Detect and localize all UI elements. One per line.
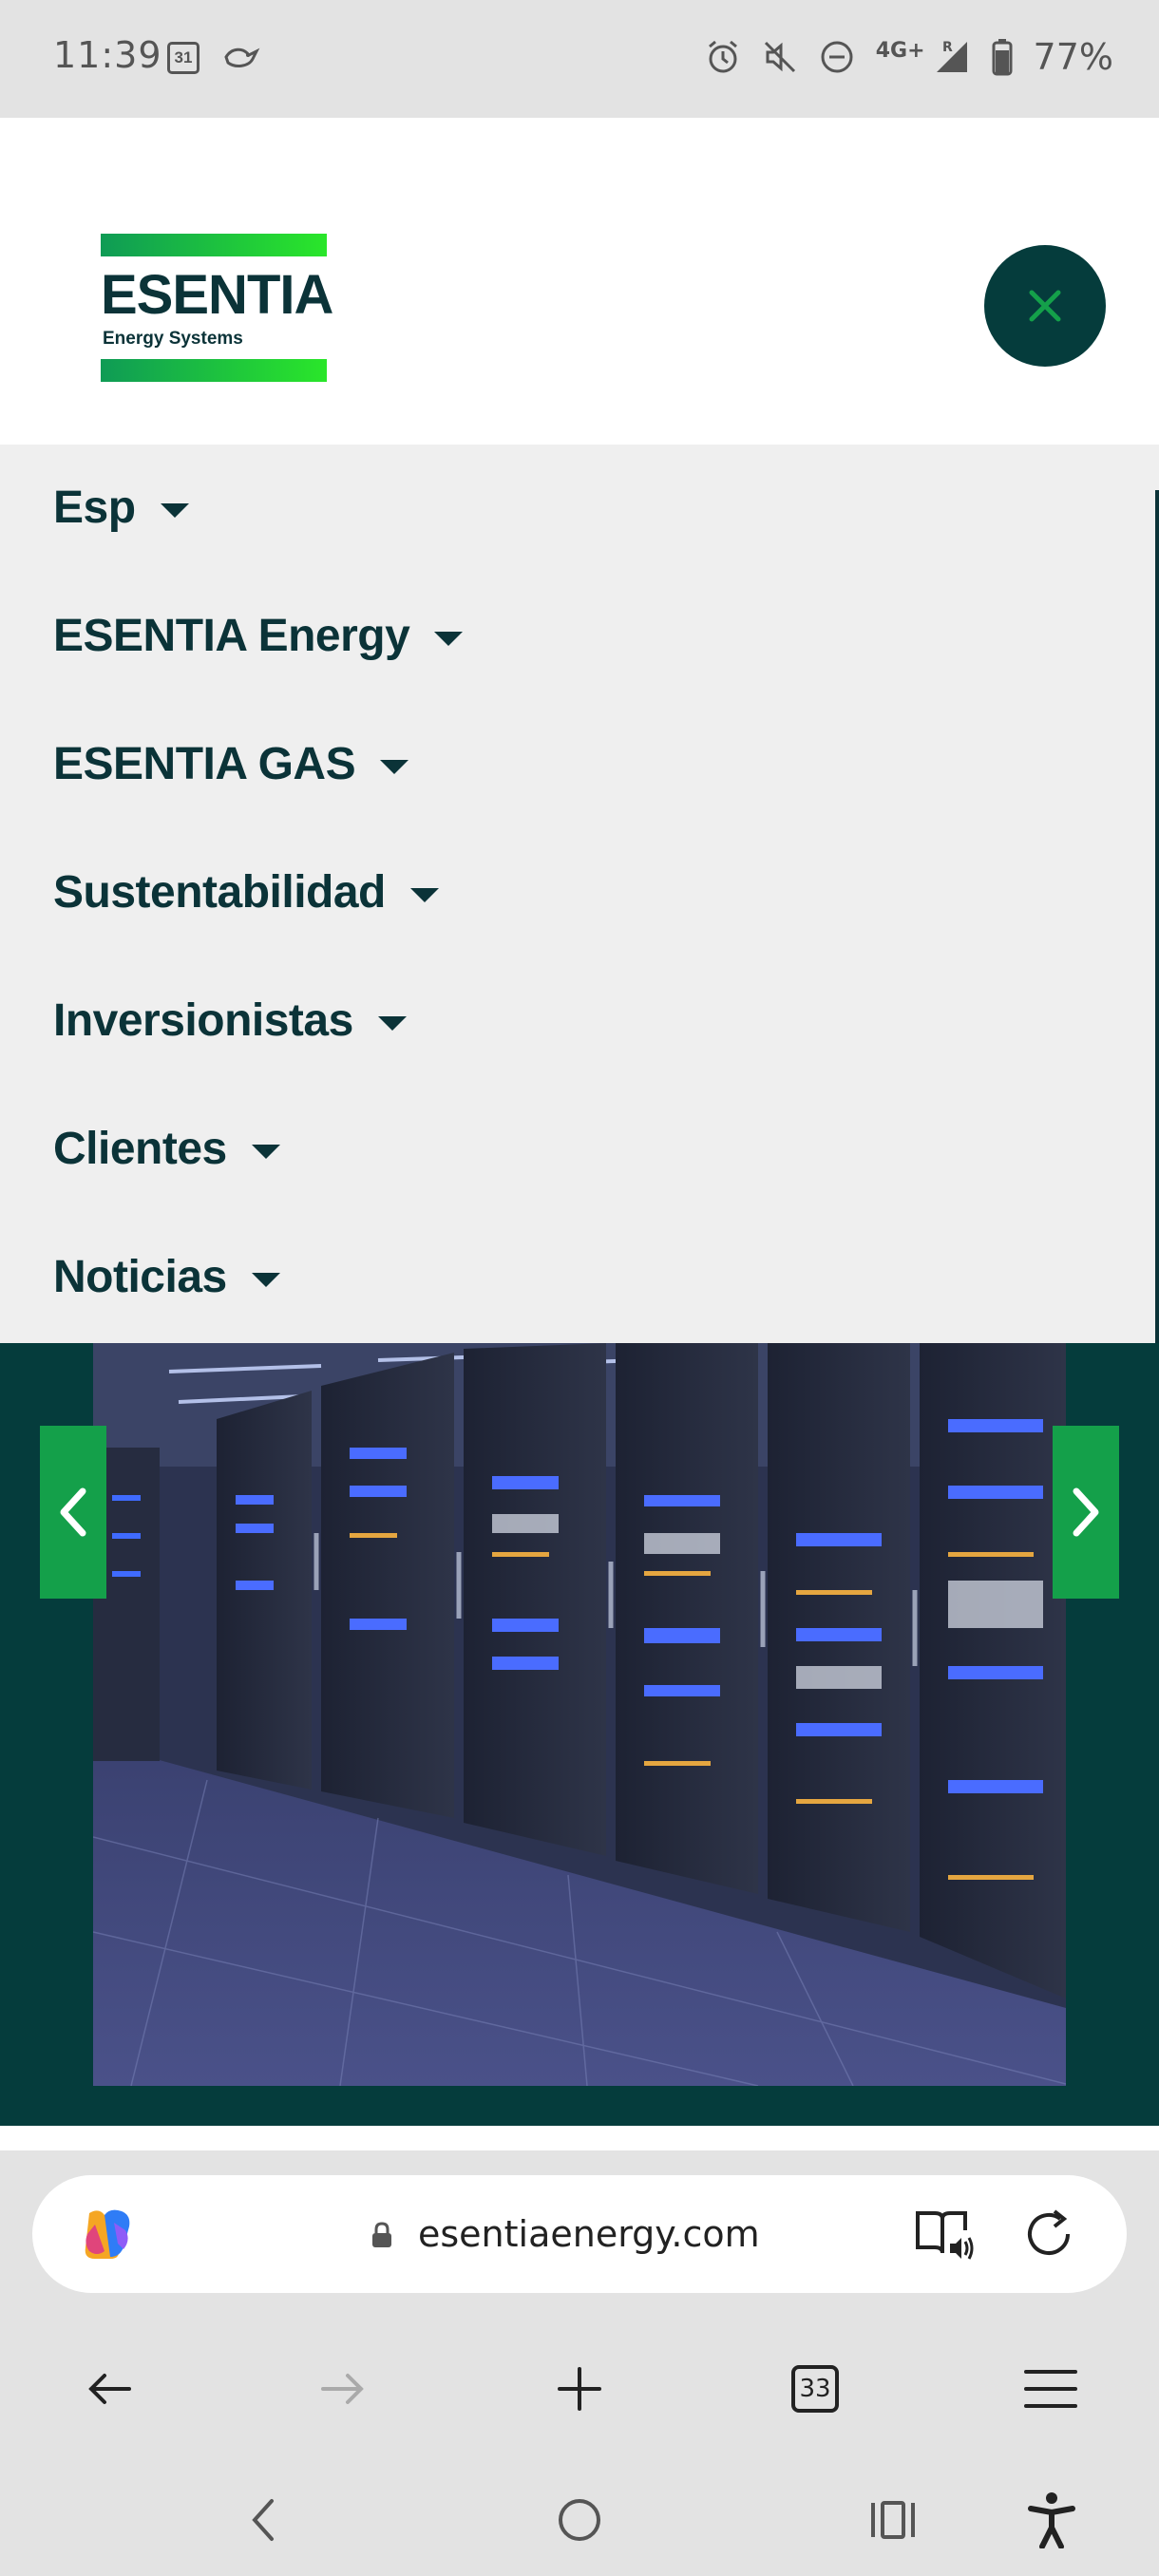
close-menu-button[interactable] — [984, 245, 1106, 367]
reload-icon[interactable] — [1020, 2206, 1077, 2267]
status-time: 11:39 — [53, 34, 162, 76]
carousel-prev-button[interactable] — [40, 1426, 106, 1599]
caret-down-icon — [409, 887, 439, 902]
battery-percent: 77% — [1033, 36, 1113, 78]
carousel-next-button[interactable] — [1053, 1426, 1119, 1599]
chevron-left-icon — [60, 1487, 86, 1537]
system-back-button[interactable] — [230, 2487, 296, 2553]
mute-icon — [762, 39, 798, 75]
page-gap — [0, 2126, 1159, 2150]
caret-down-icon — [380, 759, 409, 774]
hero-carousel — [0, 1343, 1159, 2126]
arrow-left-icon — [88, 2374, 131, 2404]
system-home-button[interactable] — [546, 2487, 613, 2553]
nav-item-label: Clientes — [53, 1123, 227, 1174]
logo-word: ESENTIA — [101, 264, 333, 326]
lock-icon — [370, 2221, 393, 2254]
bird-icon — [222, 42, 260, 74]
address-bar[interactable]: esentiaenergy.com — [32, 2175, 1127, 2293]
circle-home-icon — [559, 2499, 600, 2541]
accessibility-button[interactable] — [1018, 2487, 1085, 2553]
read-aloud-icon[interactable] — [914, 2206, 975, 2267]
system-nav-bar — [0, 2464, 1159, 2576]
tabs-count: 33 — [791, 2365, 839, 2413]
system-recents-button[interactable] — [860, 2487, 926, 2553]
nav-item-label: ESENTIA Energy — [53, 610, 410, 661]
browser-toolbar: 33 — [0, 2329, 1159, 2449]
data-center-image — [93, 1343, 1066, 2086]
nav-item-sustentabilidad[interactable]: Sustentabilidad — [53, 854, 439, 930]
caret-down-icon — [251, 1272, 280, 1287]
browser-chrome: esentiaenergy.com 33 — [0, 2150, 1159, 2576]
nav-item-esentia-gas[interactable]: ESENTIA GAS — [53, 726, 409, 802]
caret-down-icon — [434, 631, 464, 646]
copilot-icon[interactable] — [76, 2206, 139, 2263]
nav-item-label: Esp — [53, 482, 136, 533]
url-text: esentiaenergy.com — [418, 2213, 760, 2255]
caret-down-icon — [251, 1144, 280, 1159]
nav-item-label: Inversionistas — [53, 994, 353, 1046]
menu-button[interactable] — [1017, 2356, 1084, 2422]
roaming-indicator: R — [942, 40, 953, 55]
caret-down-icon — [160, 502, 189, 518]
signal-icon: R — [933, 38, 971, 76]
nav-item-esentia-energy[interactable]: ESENTIA Energy — [53, 597, 464, 673]
plus-icon — [558, 2367, 601, 2411]
caret-down-icon — [377, 1015, 407, 1031]
nav-menu: Esp ESENTIA Energy ESENTIA GAS Sustentab… — [0, 445, 1159, 1343]
menu-scroll-edge — [1155, 490, 1159, 1343]
calendar-icon: 31 — [167, 42, 200, 74]
arrow-right-icon — [321, 2374, 364, 2404]
battery-icon — [992, 38, 1013, 76]
logo-bar-top — [101, 234, 327, 256]
nav-item-clientes[interactable]: Clientes — [53, 1110, 280, 1186]
esentia-logo[interactable]: ESENTIA Energy Systems — [101, 234, 333, 382]
nav-item-label: ESENTIA GAS — [53, 738, 356, 789]
chevron-right-icon — [1073, 1487, 1099, 1537]
status-icons: 4G+ R 77% — [705, 28, 1113, 85]
close-icon — [1029, 290, 1061, 322]
alarm-icon — [705, 39, 741, 75]
hamburger-icon — [1024, 2370, 1077, 2408]
tabs-button[interactable]: 33 — [782, 2356, 848, 2422]
dnd-icon — [819, 39, 855, 75]
accessibility-icon — [1028, 2492, 1075, 2548]
nav-item-inversionistas[interactable]: Inversionistas — [53, 982, 407, 1058]
back-button[interactable] — [76, 2356, 142, 2422]
nav-item-language[interactable]: Esp — [53, 469, 189, 545]
site-header: ESENTIA Energy Systems — [0, 118, 1159, 445]
new-tab-button[interactable] — [546, 2356, 613, 2422]
nav-item-label: Noticias — [53, 1251, 227, 1302]
chevron-left-icon — [252, 2499, 274, 2541]
recents-icon — [871, 2501, 915, 2539]
forward-button[interactable] — [310, 2356, 376, 2422]
logo-subtitle: Energy Systems — [103, 329, 243, 349]
logo-bar-bottom — [101, 359, 327, 382]
nav-item-noticias[interactable]: Noticias — [53, 1239, 280, 1315]
status-bar: 11:39 31 4G+ R 77% — [0, 0, 1159, 118]
nav-item-label: Sustentabilidad — [53, 866, 386, 918]
network-type: 4G+ — [875, 38, 925, 63]
